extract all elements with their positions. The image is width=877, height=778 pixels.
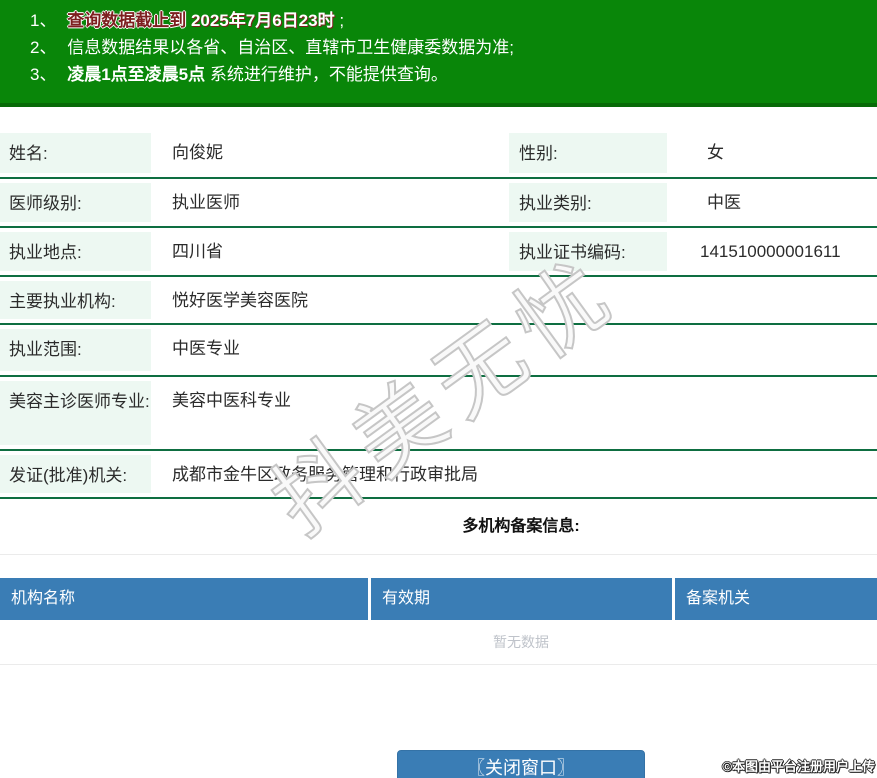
- field-label-cosmetic-specialty: 美容主诊医师专业:: [0, 377, 163, 449]
- table-row: 美容主诊医师专业: 美容中医科专业: [0, 377, 877, 451]
- field-label-practice-scope: 执业范围:: [0, 325, 163, 375]
- field-value-doctor-level: 执业医师: [172, 193, 240, 212]
- copyright-watermark: ©本图由平台注册用户上传: [722, 759, 875, 774]
- field-label-practice-location: 执业地点:: [0, 228, 163, 275]
- field-label-doctor-level: 医师级别:: [0, 179, 163, 226]
- notice-banner: 1、 查询数据截止到 2025年7月6日23时 ; 2、 信息数据结果以各省、自…: [0, 0, 877, 107]
- field-label-certificate-number: 执业证书编码:: [509, 228, 680, 275]
- field-value-name: 向俊妮: [172, 143, 223, 162]
- multi-institution-section-title: 多机构备案信息:: [462, 518, 580, 535]
- field-value-main-institution: 悦好医学美容医院: [172, 291, 308, 310]
- field-label-name: 姓名:: [0, 129, 163, 177]
- field-value-certificate-number: 141510000001611: [700, 242, 841, 261]
- org-table-empty-state: 暂无数据: [0, 620, 877, 665]
- table-row: 姓名: 向俊妮 性别: 女: [0, 129, 877, 179]
- notice-line-1-number: 1、: [30, 11, 57, 30]
- notice-line-2: 2、 信息数据结果以各省、自治区、直辖市卫生健康委数据为准;: [30, 34, 877, 61]
- notice-line-1-lead: 查询数据截止到: [67, 11, 187, 30]
- field-value-gender: 女: [707, 143, 724, 162]
- notice-line-3-time: 凌晨1点至凌晨5点: [67, 65, 206, 84]
- practitioner-info-table: 姓名: 向俊妮 性别: 女 医师级别: 执业医师 执业类别: 中医 执业地点: …: [0, 129, 877, 499]
- field-label-practice-category: 执业类别:: [509, 179, 680, 226]
- field-value-cosmetic-specialty: 美容中医科专业: [172, 391, 291, 410]
- org-table-header-institution-name: 机构名称: [0, 578, 368, 620]
- close-window-button[interactable]: 〖关闭窗口〗: [397, 750, 645, 778]
- table-row: 主要执业机构: 悦好医学美容医院: [0, 277, 877, 325]
- table-row: 执业地点: 四川省 执业证书编码: 141510000001611: [0, 228, 877, 277]
- field-label-gender: 性别:: [509, 129, 680, 177]
- field-value-practice-category: 中医: [707, 193, 741, 212]
- notice-line-3-number: 3、: [30, 65, 57, 84]
- field-value-practice-scope: 中医专业: [172, 339, 240, 358]
- notice-line-3: 3、 凌晨1点至凌晨5点 系统进行维护，不能提供查询。: [30, 61, 877, 88]
- table-row: 执业范围: 中医专业: [0, 325, 877, 377]
- org-table-header-validity-period: 有效期: [371, 578, 672, 620]
- section-divider: [0, 554, 877, 555]
- notice-line-2-text: 信息数据结果以各省、自治区、直辖市卫生健康委数据为准;: [67, 38, 514, 57]
- field-value-practice-location: 四川省: [172, 242, 223, 261]
- table-row: 发证(批准)机关: 成都市金牛区政务服务管理和行政审批局: [0, 451, 877, 499]
- field-value-issuing-authority: 成都市金牛区政务服务管理和行政审批局: [172, 465, 478, 484]
- table-row: 医师级别: 执业医师 执业类别: 中医: [0, 179, 877, 228]
- notice-line-1: 1、 查询数据截止到 2025年7月6日23时 ;: [30, 7, 877, 34]
- page-wrapper: 1、 查询数据截止到 2025年7月6日23时 ; 2、 信息数据结果以各省、自…: [0, 0, 877, 778]
- notice-line-3-rest: 系统进行维护，不能提供查询。: [209, 65, 448, 84]
- field-label-issuing-authority: 发证(批准)机关:: [0, 451, 163, 497]
- notice-line-1-end: ;: [339, 11, 345, 30]
- org-table-header-filing-authority: 备案机关: [675, 578, 877, 620]
- notice-line-1-date: 2025年7月6日23时: [190, 11, 335, 30]
- field-label-main-institution: 主要执业机构:: [0, 277, 163, 323]
- org-table-header-row: 机构名称 有效期 备案机关: [0, 578, 877, 620]
- notice-line-2-number: 2、: [30, 38, 57, 57]
